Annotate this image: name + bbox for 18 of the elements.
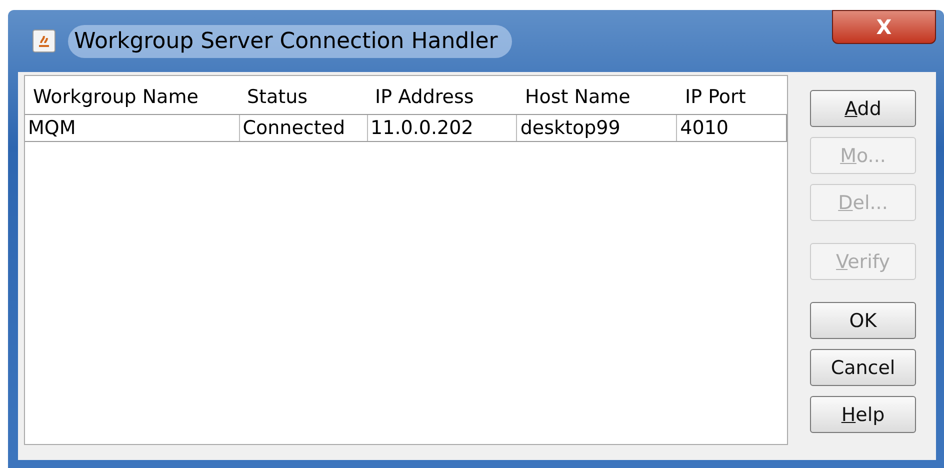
table-cell: Connected [238,115,367,141]
window-title: Workgroup Server Connection Handler [68,24,512,58]
table-cell: 4010 [676,115,786,141]
dialog-button[interactable]: Help [810,396,916,433]
dialog-button[interactable]: Add [810,90,916,127]
table-row[interactable]: MQM Connected 11.0.0.202 desktop99 4010 [25,114,787,142]
dialog-button[interactable]: Cancel [810,349,916,386]
table-cell: 11.0.0.202 [366,115,516,141]
column-header[interactable]: IP Address [367,76,517,114]
table-cell: desktop99 [516,115,676,141]
close-button[interactable]: X [832,10,936,44]
column-header[interactable]: Status [239,76,367,114]
app-icon [32,29,56,53]
column-header[interactable]: Workgroup Name [25,76,239,114]
column-header[interactable]: IP Port [677,76,787,114]
table-cell-text: MQM [27,116,77,141]
column-header[interactable]: Host Name [517,76,677,114]
dialog-button[interactable]: OK [810,302,916,339]
